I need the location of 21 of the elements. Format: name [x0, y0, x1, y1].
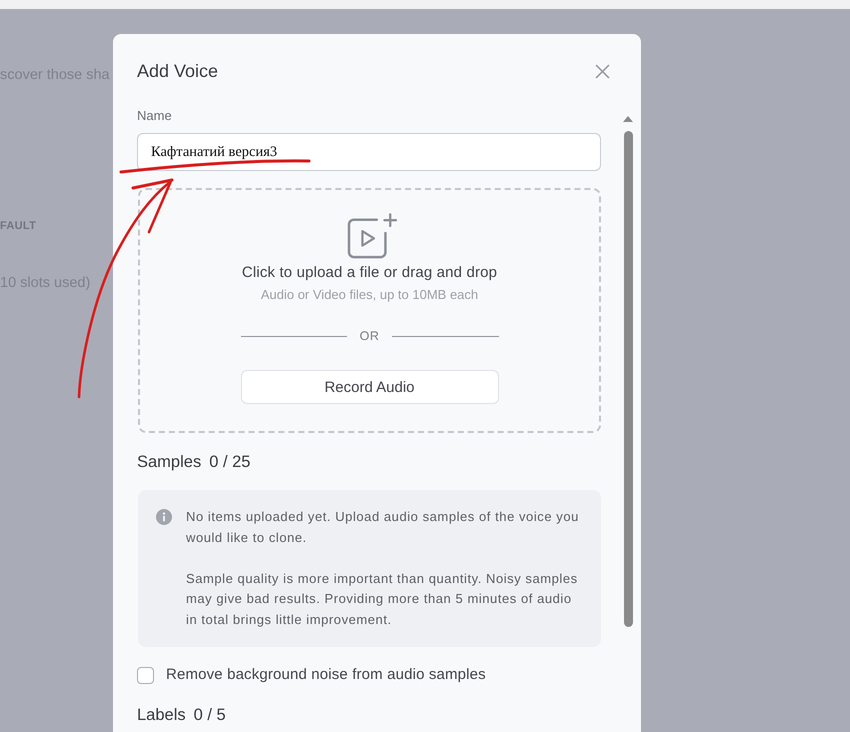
- info-paragraph: No items uploaded yet. Upload audio samples of the voice you would like to clone.: [186, 508, 580, 546]
- upload-dropzone[interactable]: Click to upload a file or drag and drop Audio or Video files, up to 10MB each OR Record Audio: [138, 188, 601, 433]
- upload-hint: Audio or Video files, up to 10MB each: [260, 287, 478, 303]
- noise-checkbox[interactable]: [137, 666, 154, 684]
- upload-instruction: Click to upload a file or drag and drop: [242, 264, 498, 282]
- scrollbar-thumb[interactable]: [624, 131, 633, 627]
- scroll-up-arrow-icon[interactable]: [623, 116, 633, 122]
- close-icon[interactable]: [595, 64, 610, 78]
- labels-heading: Labels: [137, 705, 186, 725]
- samples-count: 0 / 25: [209, 452, 250, 472]
- info-icon: [156, 509, 172, 525]
- labels-count: 0 / 5: [194, 705, 226, 725]
- or-divider-text: OR: [360, 328, 380, 344]
- video-plus-icon: [346, 213, 396, 259]
- record-audio-button[interactable]: Record Audio: [240, 370, 498, 404]
- name-label: Name: [137, 108, 172, 124]
- samples-heading: Samples: [137, 452, 202, 472]
- dialog-title: Add Voice: [137, 60, 218, 82]
- name-input[interactable]: Кафтанатий версия3: [137, 133, 601, 171]
- noise-checkbox-label[interactable]: Remove background noise from audio samples: [166, 666, 486, 684]
- info-paragraph: Sample quality is more important than quantity. Noisy samples may give bad results. Providing more than 5 minutes of audio in total brings little improvement.: [186, 570, 579, 629]
